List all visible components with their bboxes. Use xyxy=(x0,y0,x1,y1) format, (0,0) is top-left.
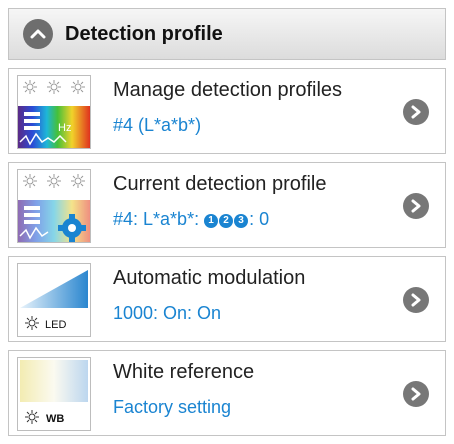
row-label: Automatic modulation xyxy=(113,267,306,289)
detection-profile-panel: Detection profile Hz Manage detection pr… xyxy=(0,0,454,444)
value-suffix: : 0 xyxy=(249,209,270,229)
white-reference-icon: WB xyxy=(17,357,91,431)
number-badge-3: 3 xyxy=(234,214,249,228)
number-badge-2: 2 xyxy=(219,214,234,228)
row-label: Current detection profile xyxy=(113,173,327,195)
chevron-right-icon[interactable] xyxy=(403,99,429,125)
row-current-detection-profile[interactable]: Current detection profile #4: L*a*b*: 12… xyxy=(8,162,446,248)
row-value: 1000: On: On xyxy=(113,303,222,323)
row-label: Manage detection profiles xyxy=(113,79,343,101)
chevron-right-icon[interactable] xyxy=(403,193,429,219)
row-white-reference[interactable]: WB White reference Factory setting xyxy=(8,350,446,436)
chevron-right-icon[interactable] xyxy=(403,287,429,313)
number-badge-1: 1 xyxy=(204,214,219,228)
current-profile-icon xyxy=(17,169,91,243)
led-label: LED xyxy=(45,319,66,331)
row-label: White reference xyxy=(113,361,255,383)
collapse-up-icon[interactable] xyxy=(23,19,53,49)
hz-label: Hz xyxy=(58,122,71,134)
manage-profiles-icon: Hz xyxy=(17,75,91,149)
panel-header[interactable]: Detection profile xyxy=(8,8,446,60)
chevron-right-icon[interactable] xyxy=(403,381,429,407)
row-automatic-modulation[interactable]: LED Automatic modulation 1000: On: On xyxy=(8,256,446,342)
row-value: Factory setting xyxy=(113,397,232,417)
panel-title: Detection profile xyxy=(65,22,223,45)
row-value: #4: L*a*b*: 123: 0 xyxy=(113,209,269,230)
modulation-icon: LED xyxy=(17,263,91,337)
wb-label: WB xyxy=(46,413,64,425)
row-manage-detection-profiles[interactable]: Hz Manage detection profiles #4 (L*a*b*) xyxy=(8,68,446,154)
value-prefix: #4: L*a*b*: xyxy=(113,209,205,229)
row-value: #4 (L*a*b*) xyxy=(113,115,202,135)
